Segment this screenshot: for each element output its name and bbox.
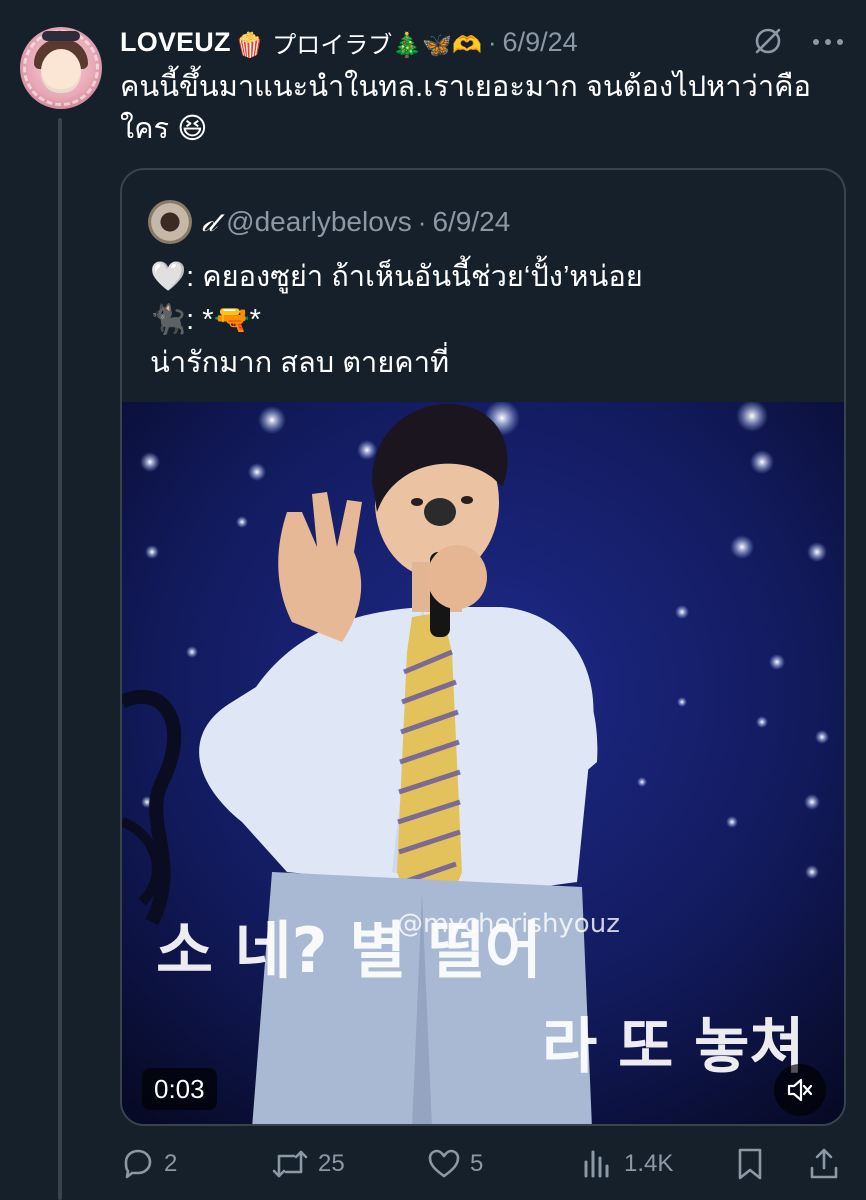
repost-button[interactable]: 25 xyxy=(270,1142,345,1186)
reply-count: 2 xyxy=(164,1150,178,1177)
video-timestamp: 0:03 xyxy=(142,1068,217,1110)
like-button[interactable]: 5 xyxy=(426,1142,483,1186)
action-bar: 2 25 5 1.4K xyxy=(120,1142,846,1186)
post-page: LOVEUZ 🍿 プロイラブ🎄🦋🫶 · 6/9/24 คนนี้ขึ้นมาแน… xyxy=(0,0,866,1200)
video-caption: 라 또 놓쳐 xyxy=(542,1012,805,1082)
view-count: 1.4K xyxy=(624,1150,674,1177)
quoted-line: 🐈‍⬛: *🔫* xyxy=(150,304,261,336)
reply-icon xyxy=(124,1149,152,1179)
video-frame: 소 네? 별 떨어 라 또 놓쳐 @mycherishyouz xyxy=(122,402,844,1124)
separator-dot: · xyxy=(417,206,427,237)
reply-button[interactable]: 2 xyxy=(120,1142,177,1186)
share-icon xyxy=(810,1148,838,1179)
bookmark-icon xyxy=(738,1148,762,1180)
post-header: LOVEUZ 🍿 プロイラブ🎄🦋🫶 · 6/9/24 xyxy=(120,26,578,59)
quoted-handle: @dearlybelovs xyxy=(226,206,412,237)
grok-icon[interactable] xyxy=(752,25,784,57)
quoted-header: 𝒹 @dearlybelovs · 6/9/24 xyxy=(148,200,510,244)
quoted-text: 🤍: คยองซูย่า ถ้าเห็นอันนี้ช่วย‘ปั้ง’หน่อ… xyxy=(150,256,830,385)
quoted-display-name: 𝒹 xyxy=(202,205,217,238)
avatar[interactable] xyxy=(20,27,102,109)
author-emojis: 🍿 プロイラブ🎄🦋🫶 xyxy=(234,30,482,59)
mute-button[interactable] xyxy=(774,1064,826,1116)
thread-line xyxy=(58,118,62,1200)
video-watermark: @mycherishyouz xyxy=(397,909,620,939)
repost-icon xyxy=(272,1150,308,1178)
video-player[interactable]: 소 네? 별 떨어 라 또 놓쳐 @mycherishyouz 0:03 xyxy=(122,402,844,1124)
mute-icon xyxy=(787,1078,813,1102)
like-icon xyxy=(428,1149,460,1178)
bookmark-button[interactable] xyxy=(734,1142,774,1186)
quoted-avatar xyxy=(148,200,192,244)
separator-dot: · xyxy=(487,26,497,57)
share-button[interactable] xyxy=(808,1142,848,1186)
views-icon xyxy=(584,1150,609,1178)
quoted-line: น่ารักมาก สลบ ตายคาที่ xyxy=(150,347,450,379)
post-text: คนนี้ขึ้นมาแนะนำในทล.เราเยอะมาก จนต้องไป… xyxy=(120,71,811,145)
quoted-date: 6/9/24 xyxy=(432,206,511,237)
repost-count: 25 xyxy=(318,1150,345,1177)
author-name[interactable]: LOVEUZ xyxy=(120,27,231,58)
more-icon[interactable] xyxy=(810,30,846,54)
quoted-post[interactable]: 𝒹 @dearlybelovs · 6/9/24 🤍: คยองซูย่า ถ้… xyxy=(120,168,846,1126)
post-date[interactable]: 6/9/24 xyxy=(503,27,578,58)
like-count: 5 xyxy=(470,1150,484,1177)
views-button[interactable]: 1.4K xyxy=(580,1142,673,1186)
quoted-line: 🤍: คยองซูย่า ถ้าเห็นอันนี้ช่วย‘ปั้ง’หน่อ… xyxy=(150,261,643,293)
